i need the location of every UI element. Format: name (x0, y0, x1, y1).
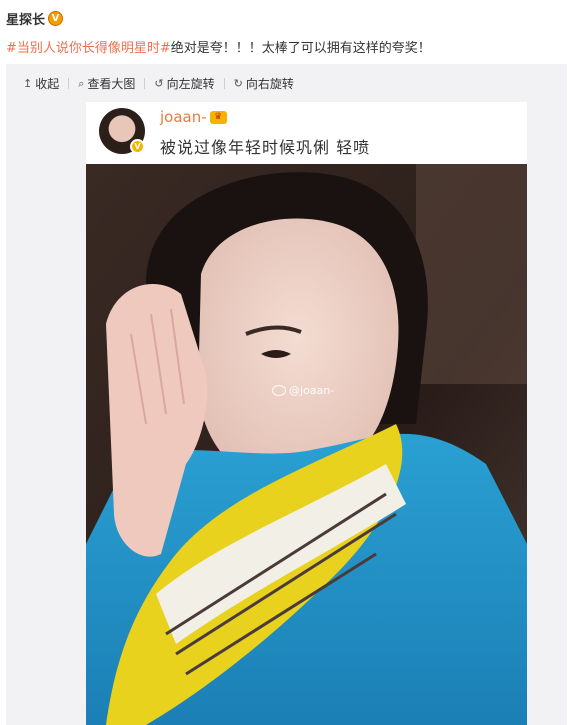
watermark-text: @joaan- (289, 384, 335, 397)
image-username-text: joaan- (160, 108, 207, 126)
verified-badge-icon: V (48, 11, 64, 26)
hashtag-link[interactable]: #当别人说你长得像明星时# (6, 41, 171, 56)
verified-badge-icon: V (130, 139, 145, 154)
weibo-logo-icon (272, 385, 286, 396)
view-large-label: 查看大图 (87, 77, 136, 91)
author-name[interactable]: 星探长 (6, 9, 45, 28)
toolbar-divider (68, 78, 70, 89)
image-watermark: @joaan- (272, 384, 334, 397)
view-large-button[interactable]: ⌕ 查看大图 (78, 75, 135, 92)
toolbar-divider (144, 78, 146, 89)
rotate-left-icon: ↺ (154, 77, 164, 90)
crown-icon: ♛ (209, 110, 227, 124)
portrait-photo (86, 164, 527, 725)
post-body-text: 绝对是夸！！！太棒了可以拥有这样的夸奖！ (170, 41, 431, 56)
toolbar-divider (223, 78, 225, 89)
media-viewer: ↥ 收起 ⌕ 查看大图 ↺ 向左旋转 ↻ 向右旋转 V joaan- ♛ 被说过… (6, 64, 567, 725)
image-username: joaan- ♛ (160, 108, 227, 126)
rotate-left-label: 向左旋转 (166, 77, 215, 91)
image-caption-header: V joaan- ♛ 被说过像年轻时候巩俐 轻喷 (86, 102, 527, 164)
up-arrow-icon: ↥ (23, 77, 33, 90)
magnifier-icon: ⌕ (78, 76, 85, 90)
post-header: 星探长 V (6, 9, 64, 28)
media-toolbar: ↥ 收起 ⌕ 查看大图 ↺ 向左旋转 ↻ 向右旋转 (23, 75, 294, 92)
post-image[interactable]: V joaan- ♛ 被说过像年轻时候巩俐 轻喷 @joaan- (86, 102, 527, 725)
rotate-right-icon: ↻ (233, 77, 243, 90)
collapse-label: 收起 (35, 77, 60, 91)
rotate-right-button[interactable]: ↻ 向右旋转 (234, 75, 294, 92)
post-text: #当别人说你长得像明星时#绝对是夸！！！太棒了可以拥有这样的夸奖！ (6, 37, 431, 56)
collapse-button[interactable]: ↥ 收起 (23, 75, 59, 92)
image-caption: 被说过像年轻时候巩俐 轻喷 (160, 138, 371, 157)
rotate-right-label: 向右旋转 (245, 77, 294, 91)
rotate-left-button[interactable]: ↺ 向左旋转 (154, 75, 214, 92)
